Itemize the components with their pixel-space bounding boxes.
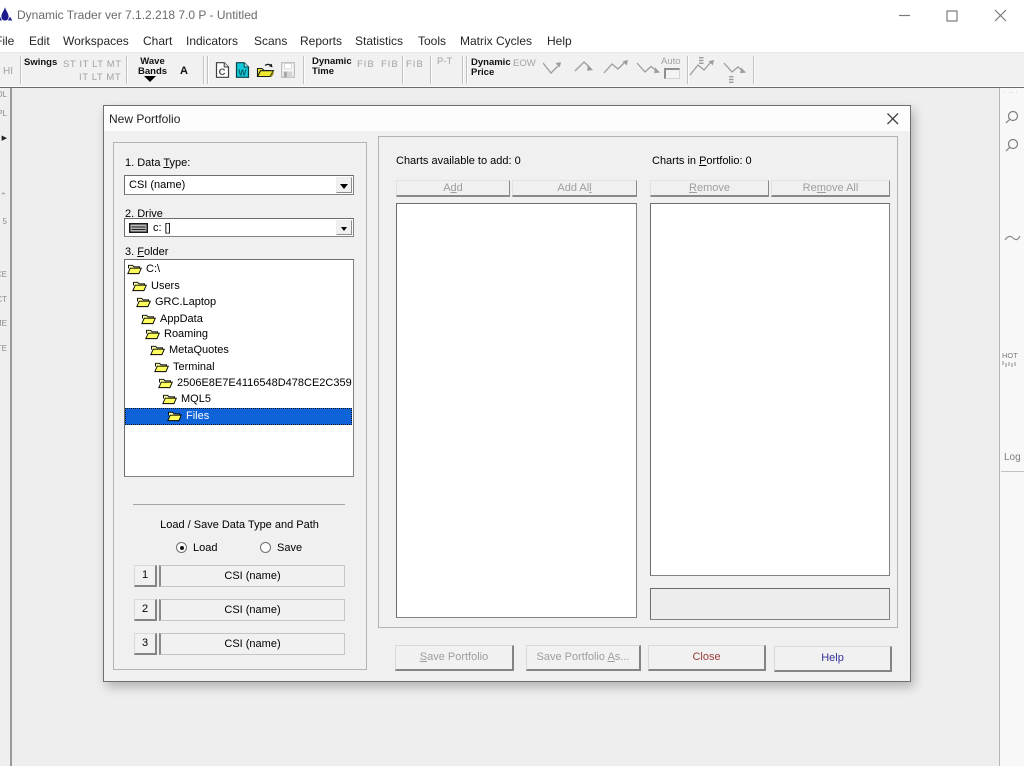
svg-text:C: C [219, 67, 226, 78]
svg-text:W: W [238, 68, 247, 78]
